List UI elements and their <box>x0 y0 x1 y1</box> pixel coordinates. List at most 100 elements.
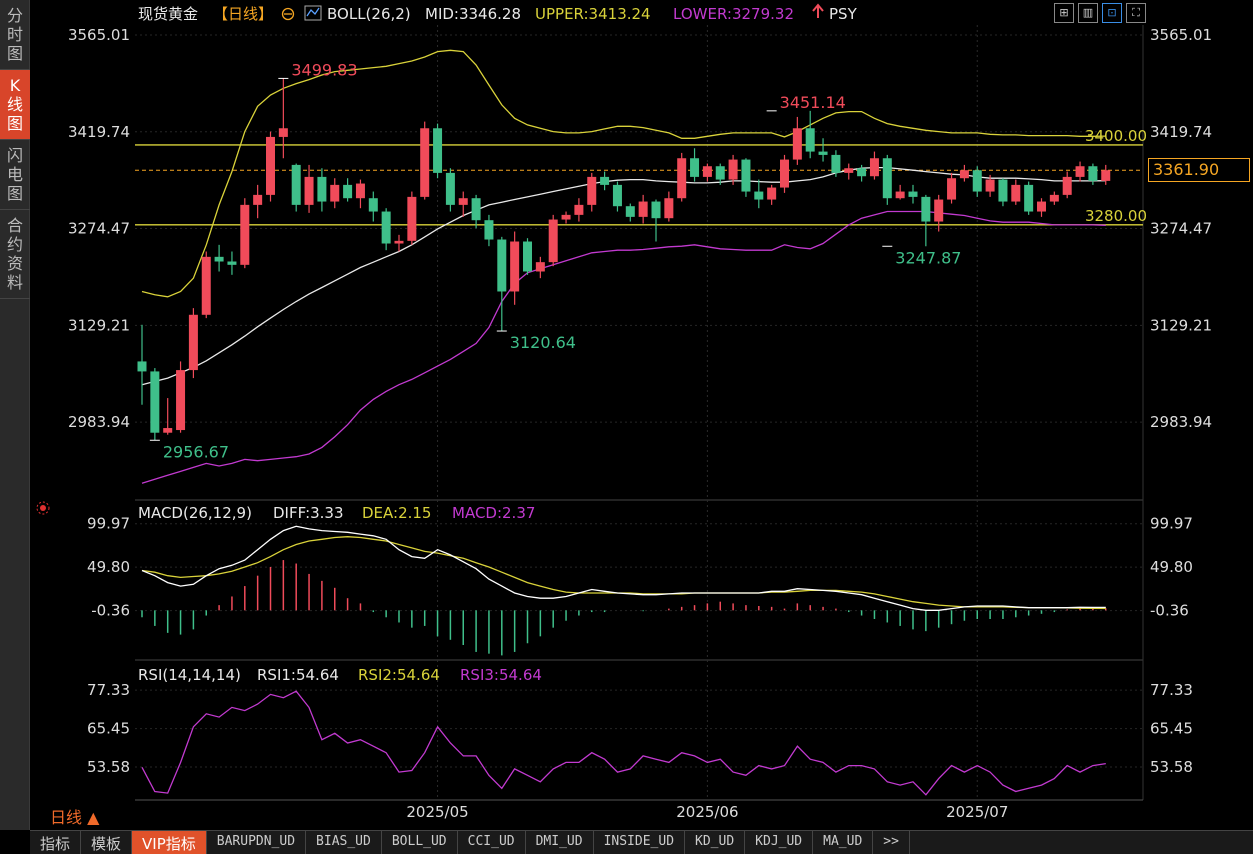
candle <box>343 184 353 199</box>
macd-y-tick-left: -0.36 <box>91 602 130 620</box>
macd-y-tick-right: 99.97 <box>1150 515 1193 533</box>
candle <box>741 159 751 192</box>
candle <box>1062 176 1072 195</box>
candle <box>1037 201 1046 212</box>
candle <box>253 194 263 205</box>
candle <box>240 204 250 265</box>
candle <box>792 128 802 160</box>
indicator-tab-4[interactable]: BIAS_UD <box>306 831 382 854</box>
chart-mode-icon[interactable]: ⊡ <box>1102 3 1122 23</box>
indicator-tab-7[interactable]: DMI_UD <box>526 831 594 854</box>
extreme-label: 3120.64 <box>510 333 576 352</box>
candle <box>947 178 957 200</box>
header-boll: BOLL(26,2) <box>327 5 411 23</box>
rsi-y-tick-left: 53.58 <box>87 758 130 776</box>
indicator-tab-1[interactable]: 模板 <box>81 831 133 854</box>
candle <box>278 128 288 137</box>
candle <box>831 154 841 173</box>
rsi-title: RSI(14,14,14) <box>138 666 241 684</box>
macd-y-tick-right: -0.36 <box>1150 602 1189 620</box>
candle <box>548 219 558 263</box>
candle <box>985 179 995 192</box>
macd-y-tick-right: 49.80 <box>1150 558 1193 576</box>
macd-diff-label: DIFF:3.33 <box>273 504 344 522</box>
candle <box>625 206 635 217</box>
rsi-y-tick-right: 65.45 <box>1150 720 1193 738</box>
candle <box>818 151 828 155</box>
indicator-tab-5[interactable]: BOLL_UD <box>382 831 458 854</box>
indicator-tab-6[interactable]: CCI_UD <box>458 831 526 854</box>
y-tick-label-left: 3419.74 <box>68 123 130 141</box>
indicator-tab-12[interactable]: >> <box>873 831 910 854</box>
header-psy: PSY <box>829 5 858 23</box>
rsi1-label: RSI1:54.64 <box>257 666 339 684</box>
y-tick-label-left: 3274.47 <box>68 220 130 238</box>
arrow-up-icon <box>812 3 824 18</box>
candle <box>1088 166 1098 181</box>
candle <box>535 262 545 272</box>
candle <box>767 187 777 200</box>
candle <box>728 159 738 180</box>
candle <box>702 166 712 177</box>
candle <box>844 168 854 173</box>
candle <box>394 240 404 244</box>
indicator-tab-10[interactable]: KDJ_UD <box>745 831 814 854</box>
indicator-tab-3[interactable]: BARUPDN_UD <box>207 831 307 854</box>
indicator-tab-9[interactable]: KD_UD <box>685 831 746 854</box>
rsi3-label: RSI3:54.64 <box>460 666 542 684</box>
candle <box>317 176 327 202</box>
candle <box>869 158 879 177</box>
candle <box>1024 184 1034 212</box>
candle <box>780 159 789 188</box>
macd-title: MACD(26,12,9) <box>138 504 252 522</box>
macd-dea-label: DEA:2.15 <box>362 504 431 522</box>
candle <box>484 220 494 240</box>
y-tick-label-right: 3274.47 <box>1150 220 1212 238</box>
grid-icon[interactable]: ⊞ <box>1054 3 1074 23</box>
indicator-tab-2[interactable]: VIP指标 <box>132 831 207 854</box>
candle <box>998 179 1008 202</box>
y-tick-label-right: 3419.74 <box>1150 123 1212 141</box>
y-tick-label-left: 2983.94 <box>68 413 130 431</box>
macd-y-tick-left: 99.97 <box>87 515 130 533</box>
fullscreen-icon[interactable]: ⛶ <box>1126 3 1146 23</box>
header-mid: MID:3346.28 <box>425 5 521 23</box>
candle <box>959 170 969 179</box>
candle <box>921 196 931 222</box>
candle <box>368 198 378 212</box>
candle <box>587 176 597 205</box>
candle <box>445 172 455 205</box>
rsi-y-tick-left: 65.45 <box>87 720 130 738</box>
candle <box>574 204 584 215</box>
candle <box>471 198 481 221</box>
indicator-tab-8[interactable]: INSIDE_UD <box>594 831 686 854</box>
candle <box>882 158 892 199</box>
layout-icon[interactable]: ▥ <box>1078 3 1098 23</box>
candle <box>330 184 340 202</box>
indicator-tab-11[interactable]: MA_UD <box>813 831 874 854</box>
candle <box>150 371 160 433</box>
candle <box>266 136 275 195</box>
y-tick-label-left: 3129.21 <box>68 316 130 334</box>
rsi-y-tick-right: 53.58 <box>1150 758 1193 776</box>
macd-dea-line <box>141 536 1106 610</box>
chart-canvas[interactable]: 2025/05 2025/06 2025/07 3565.01 3565.01 3419.… <box>0 0 1253 830</box>
x-tick-label: 2025/07 <box>946 803 1008 821</box>
extreme-label: 3451.14 <box>780 93 846 112</box>
y-tick-label-right: 2983.94 <box>1150 413 1212 431</box>
candle <box>510 241 520 292</box>
candle <box>908 191 918 197</box>
candle <box>651 201 661 219</box>
x-tick-label: 2025/06 <box>676 803 738 821</box>
y-tick-label-right: 3129.21 <box>1150 316 1212 334</box>
period-selector[interactable]: 日线 ▲ <box>50 804 99 828</box>
settings-icon[interactable] <box>40 505 46 511</box>
top-toolbar: ⊞ ▥ ⊡ ⛶ <box>1054 3 1146 23</box>
candle <box>664 198 674 219</box>
indicator-tab-0[interactable]: 指标 <box>30 831 82 854</box>
candle <box>895 191 905 199</box>
candle <box>188 314 198 371</box>
candle <box>176 370 186 431</box>
rsi-y-tick-left: 77.33 <box>87 681 130 699</box>
last-price-tag: 3361.90 <box>1148 158 1250 183</box>
